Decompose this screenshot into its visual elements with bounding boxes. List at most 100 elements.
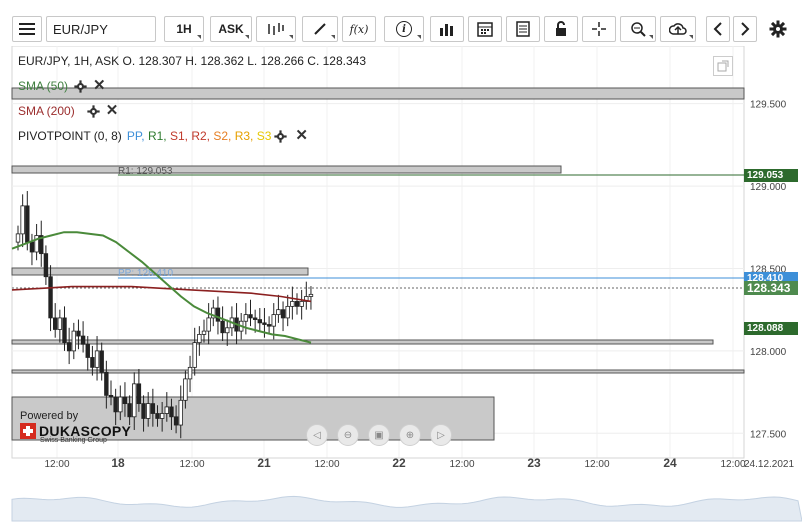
ohlc-text: EUR/JPY, 1H, ASK O. 128.307 H. 128.362 L… <box>18 54 367 68</box>
branding: Powered by DUKASCOPY Swiss Banking Group <box>20 410 131 444</box>
candle-down <box>252 317 258 320</box>
timeframe-label: 1H <box>176 22 192 36</box>
candle-down <box>248 314 253 319</box>
s1-price-tag: 128.088 <box>744 322 798 335</box>
candle-up <box>243 314 249 322</box>
candle-up <box>187 366 193 380</box>
zoom-icon <box>631 22 646 37</box>
candle-up <box>132 383 137 418</box>
table-icon <box>516 21 530 37</box>
pivot-level-s1: S1, <box>169 129 192 143</box>
cloud-upload-button[interactable] <box>660 16 696 42</box>
pivot-remove-icon[interactable]: ✕ <box>295 128 308 143</box>
x-tick-label: 12:00 <box>449 459 474 470</box>
pivot-label: PIVOTPOINT (0, 8) <box>18 129 122 143</box>
x-tick-label: 22 <box>392 456 406 470</box>
menu-button[interactable] <box>12 16 42 42</box>
sma50-legend: SMA (50) ✕ <box>18 78 106 93</box>
candle-down <box>85 343 90 358</box>
pivot-legend: PIVOTPOINT (0, 8) PP, R1, S1, R2, S2, R3… <box>18 128 308 143</box>
pan-right-icon: ▷ <box>437 429 445 441</box>
lock-icon <box>556 21 566 36</box>
candle-up <box>276 309 281 316</box>
info-icon: i <box>396 21 412 37</box>
zoom-out-icon: ⊖ <box>343 429 353 441</box>
function-icon: f(x) <box>349 22 369 36</box>
reset-view-button[interactable]: ▣ <box>368 424 390 446</box>
candle-down <box>257 319 262 324</box>
candle-down <box>25 205 30 243</box>
candle-up <box>299 301 304 307</box>
candle-up <box>178 399 183 426</box>
candle-down <box>150 403 156 414</box>
candle-down <box>90 357 95 368</box>
lock-button[interactable] <box>544 16 578 42</box>
candle-down <box>80 335 86 345</box>
pivot-level-s2: S2, <box>213 129 235 143</box>
zoom-out-button[interactable]: ⊖ <box>337 424 359 446</box>
settings-button[interactable] <box>764 16 792 42</box>
r1-price-tag: 129.053 <box>744 169 798 182</box>
x-tick-label: 12:00 <box>314 459 339 470</box>
candle-up <box>197 333 202 344</box>
candle-down <box>155 413 160 419</box>
sma200-settings-icon[interactable] <box>87 104 100 118</box>
candle-down <box>48 276 53 319</box>
candle-down <box>122 396 128 405</box>
price-side-select[interactable]: ASK <box>210 16 252 42</box>
table-button[interactable] <box>506 16 540 42</box>
powered-by-label: Powered by <box>20 410 79 422</box>
x-tick-label: 24 <box>663 456 677 470</box>
expand-icon <box>717 60 729 72</box>
candle-down <box>262 322 267 325</box>
swiss-cross-logo <box>20 423 36 439</box>
sma200-remove-icon[interactable]: ✕ <box>106 103 119 118</box>
candle-up <box>183 378 188 401</box>
reset-icon: ▣ <box>374 429 384 441</box>
pivot-level-r3: R3, <box>234 129 257 143</box>
chart-type-button[interactable] <box>256 16 296 42</box>
candle-up <box>225 327 230 334</box>
sma50-settings-icon[interactable] <box>74 79 87 93</box>
candle-up <box>192 342 197 368</box>
zoom-in-button[interactable]: ⊕ <box>399 424 421 446</box>
zoom-button[interactable] <box>620 16 656 42</box>
draw-tools-button[interactable] <box>302 16 338 42</box>
candle-up <box>57 317 63 330</box>
calendar-icon <box>477 22 493 37</box>
symbol-select[interactable]: EUR/JPY <box>46 16 156 42</box>
candle-down <box>294 301 300 307</box>
candle-down <box>108 394 114 398</box>
sma50-remove-icon[interactable]: ✕ <box>93 78 106 93</box>
calendar-button[interactable] <box>468 16 502 42</box>
candle-down <box>215 307 221 322</box>
last-price-tag: 128.343 <box>744 281 798 295</box>
x-tick-label: 12:00 <box>179 459 204 470</box>
pan-left-button[interactable]: ◁ <box>306 424 328 446</box>
candle-up <box>201 330 207 335</box>
scroll-right-button[interactable] <box>733 16 757 42</box>
x-tick-label: 23 <box>527 456 541 470</box>
level-band-top <box>11 87 745 100</box>
crosshair-icon <box>592 22 606 36</box>
price-chart[interactable]: R1: 129.053 PP: 128.410 129.500129.00012… <box>0 46 802 527</box>
candle-up <box>271 314 276 327</box>
candle-down <box>169 406 174 418</box>
timeframe-select[interactable]: 1H <box>164 16 204 42</box>
candle-down <box>43 253 49 278</box>
candle-down <box>141 403 146 419</box>
s2-band <box>11 369 745 374</box>
indicators-button[interactable]: f(x) <box>342 16 376 42</box>
pivot-settings-icon[interactable] <box>274 129 288 143</box>
r1-band <box>11 165 562 174</box>
bars-button[interactable] <box>430 16 464 42</box>
expand-chart-button[interactable] <box>713 56 733 76</box>
info-button[interactable]: i <box>384 16 424 42</box>
bars-icon <box>440 24 453 36</box>
pan-right-button[interactable]: ▷ <box>430 424 452 446</box>
scroll-left-button[interactable] <box>706 16 730 42</box>
crosshair-button[interactable] <box>582 16 616 42</box>
pan-left-icon: ◁ <box>313 429 321 441</box>
x-tick-label: 12:00 <box>584 459 609 470</box>
y-tick-label: 129.000 <box>750 182 787 193</box>
